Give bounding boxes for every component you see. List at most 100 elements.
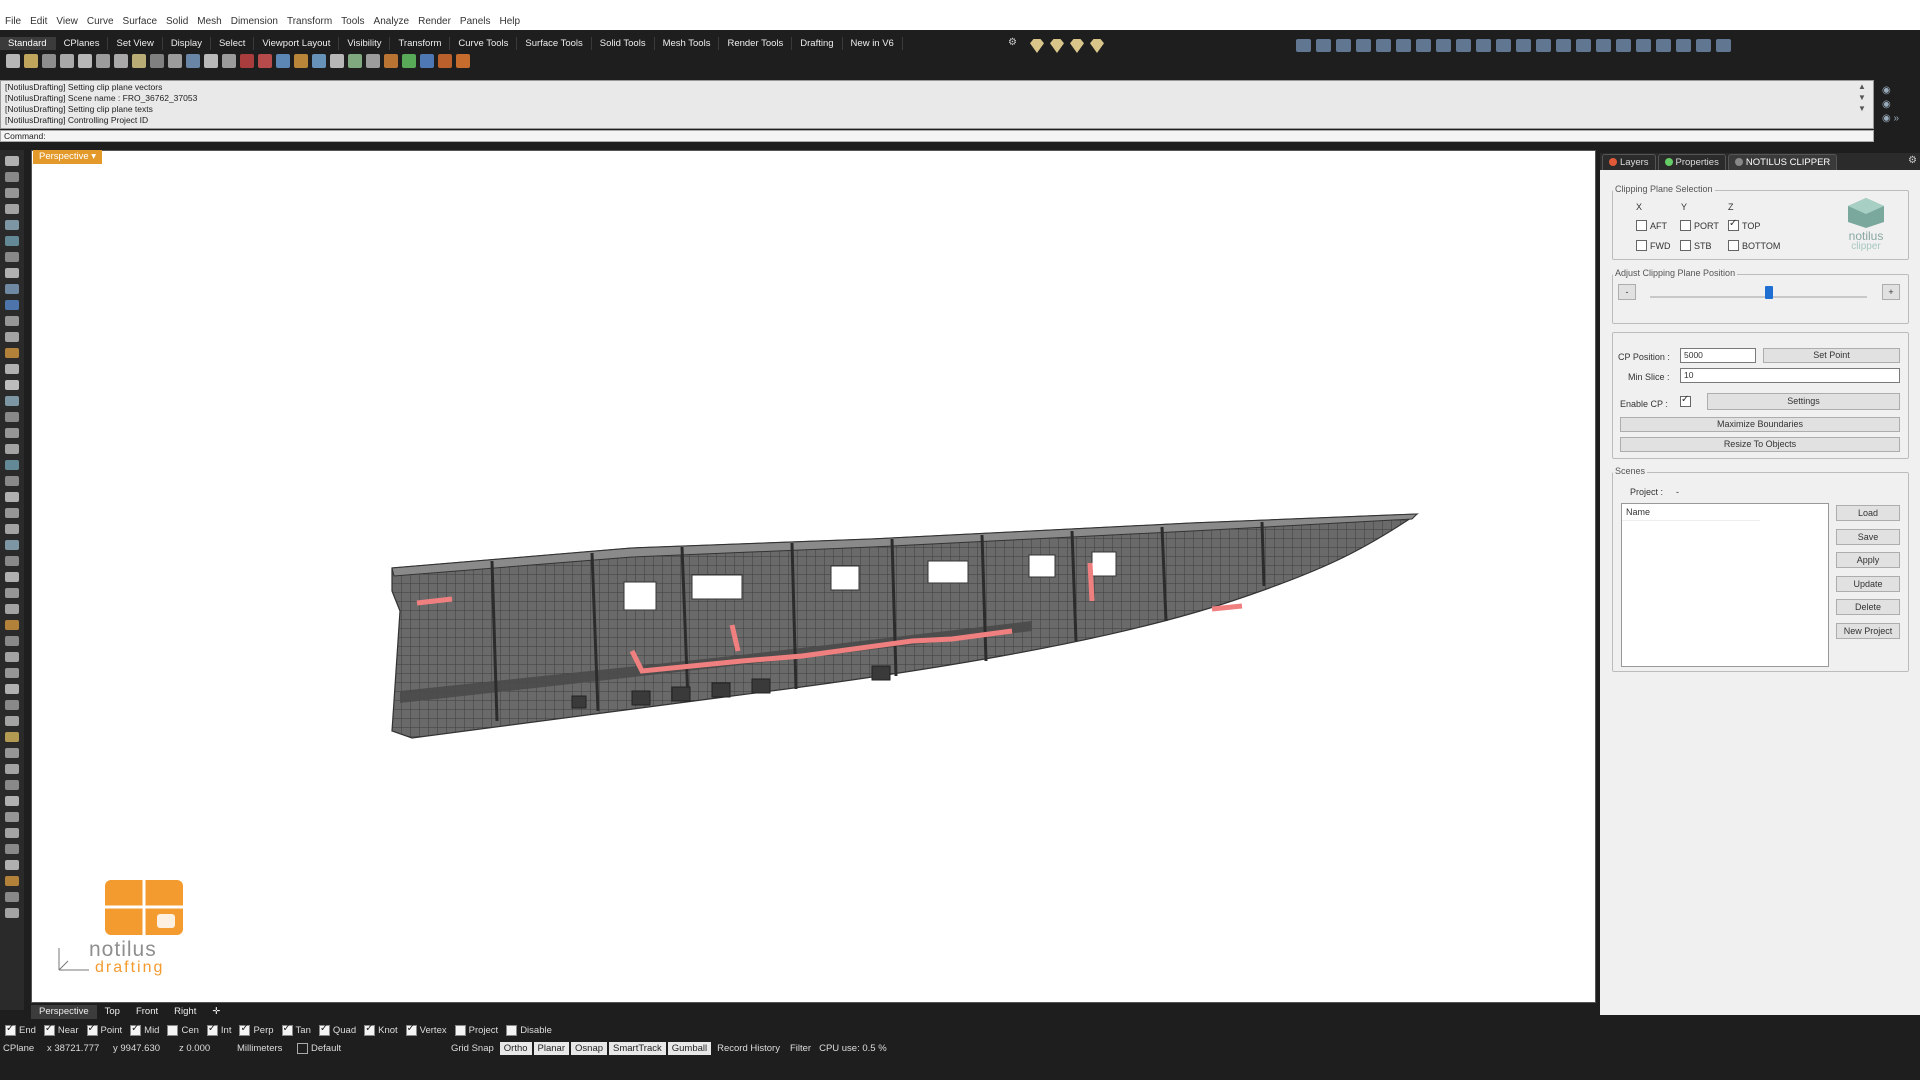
- left-tool-icon[interactable]: [5, 636, 19, 646]
- layer-indicator[interactable]: Default: [297, 1042, 437, 1054]
- clip-option-aft[interactable]: AFT: [1636, 220, 1667, 231]
- left-tool-icon[interactable]: [5, 204, 19, 214]
- checkbox-stb[interactable]: [1680, 240, 1691, 251]
- left-tool-icon[interactable]: [5, 876, 19, 886]
- menu-item-mesh[interactable]: Mesh: [194, 16, 227, 30]
- toolbar-icon[interactable]: [348, 54, 362, 68]
- drafting-tool-icon[interactable]: [1376, 39, 1391, 52]
- menu-item-view[interactable]: View: [53, 16, 84, 30]
- clip-option-stb[interactable]: STB: [1680, 240, 1712, 251]
- diamond-icon[interactable]: [1090, 39, 1104, 53]
- osnap-point[interactable]: Point: [86, 1023, 122, 1036]
- left-tool-icon[interactable]: [5, 588, 19, 598]
- left-tool-icon[interactable]: [5, 764, 19, 774]
- menu-item-tools[interactable]: Tools: [338, 16, 370, 30]
- osnap-perp[interactable]: Perp: [239, 1023, 274, 1036]
- panel-tab-layers[interactable]: Layers: [1602, 153, 1656, 170]
- units-label[interactable]: Millimeters: [237, 1043, 297, 1054]
- scene-button-update[interactable]: Update: [1836, 575, 1900, 592]
- drafting-tool-icon[interactable]: [1696, 39, 1711, 52]
- osnap-knot[interactable]: Knot: [364, 1023, 398, 1036]
- toolbar-icon[interactable]: [438, 54, 452, 68]
- toolbar-tab-render-tools[interactable]: Render Tools: [719, 37, 793, 50]
- osnap-checkbox[interactable]: [43, 1023, 55, 1036]
- clip-option-bottom[interactable]: BOTTOM: [1728, 240, 1780, 251]
- drafting-tool-icon[interactable]: [1396, 39, 1411, 52]
- drafting-tool-icon[interactable]: [1596, 39, 1611, 52]
- status-pane-record-history[interactable]: Record History: [713, 1042, 784, 1055]
- left-tool-icon[interactable]: [5, 620, 19, 630]
- left-tool-icon[interactable]: [5, 156, 19, 166]
- toolbar-tab-cplanes[interactable]: CPlanes: [56, 37, 109, 50]
- toolbar-tab-solid-tools[interactable]: Solid Tools: [592, 37, 655, 50]
- osnap-checkbox[interactable]: [506, 1024, 518, 1036]
- drafting-tool-icon[interactable]: [1416, 39, 1431, 52]
- toolbar-icon[interactable]: [384, 54, 398, 68]
- toolbar-icon[interactable]: [420, 54, 434, 68]
- osnap-checkbox[interactable]: [281, 1023, 293, 1036]
- toolbar-icon[interactable]: [204, 54, 218, 68]
- osnap-checkbox[interactable]: [454, 1024, 466, 1036]
- toolbar-icon[interactable]: [222, 54, 236, 68]
- toolbar-tab-mesh-tools[interactable]: Mesh Tools: [655, 37, 720, 50]
- left-tool-icon[interactable]: [5, 572, 19, 582]
- osnap-checkbox[interactable]: [364, 1023, 376, 1036]
- toolbar-icon[interactable]: [24, 54, 38, 68]
- toolbar-icon[interactable]: [186, 54, 200, 68]
- left-tool-icon[interactable]: [5, 332, 19, 342]
- left-tool-icon[interactable]: [5, 540, 19, 550]
- status-pane-smarttrack[interactable]: SmartTrack: [609, 1041, 666, 1055]
- osnap-end[interactable]: End: [5, 1023, 36, 1036]
- clip-option-port[interactable]: PORT: [1680, 220, 1719, 231]
- drafting-tool-icon[interactable]: [1476, 39, 1491, 52]
- toolbar-icon[interactable]: [78, 54, 92, 68]
- status-pane-osnap[interactable]: Osnap: [571, 1041, 608, 1055]
- toolbar-icon[interactable]: [150, 54, 164, 68]
- osnap-tan[interactable]: Tan: [281, 1023, 311, 1036]
- left-tool-icon[interactable]: [5, 748, 19, 758]
- checkbox-port[interactable]: [1680, 220, 1691, 231]
- osnap-project[interactable]: Project: [454, 1024, 498, 1036]
- left-tool-icon[interactable]: [5, 396, 19, 406]
- plus-button[interactable]: +: [1882, 284, 1900, 300]
- toolbar-icon[interactable]: [330, 54, 344, 68]
- toolbar-icon[interactable]: [42, 54, 56, 68]
- left-tool-icon[interactable]: [5, 492, 19, 502]
- osnap-checkbox[interactable]: [5, 1023, 16, 1036]
- osnap-near[interactable]: Near: [43, 1023, 79, 1036]
- status-pane-gumball[interactable]: Gumball: [667, 1041, 712, 1055]
- drafting-tool-icon[interactable]: [1636, 39, 1651, 52]
- toolbar-icon[interactable]: [456, 54, 470, 68]
- left-tool-icon[interactable]: [5, 428, 19, 438]
- left-tool-icon[interactable]: [5, 268, 19, 278]
- left-tool-icon[interactable]: [5, 364, 19, 374]
- toolbar-icon[interactable]: [294, 54, 308, 68]
- left-tool-icon[interactable]: [5, 412, 19, 422]
- checkbox-bottom[interactable]: [1728, 240, 1739, 251]
- menu-item-file[interactable]: File: [2, 16, 27, 30]
- osnap-vertex[interactable]: Vertex: [405, 1023, 447, 1036]
- minus-button[interactable]: -: [1618, 284, 1636, 300]
- viewport-tab-front[interactable]: Front: [128, 1005, 166, 1019]
- left-tool-icon[interactable]: [5, 828, 19, 838]
- left-tool-icon[interactable]: [5, 460, 19, 470]
- toolbar-tab-display[interactable]: Display: [163, 37, 211, 50]
- osnap-checkbox[interactable]: [130, 1023, 142, 1036]
- status-pane-planar[interactable]: Planar: [533, 1041, 570, 1055]
- toolbar-icon[interactable]: [240, 54, 254, 68]
- left-tool-icon[interactable]: [5, 476, 19, 486]
- min-slice-input[interactable]: 10: [1680, 368, 1900, 383]
- osnap-disable[interactable]: Disable: [506, 1024, 552, 1036]
- settings-button[interactable]: Settings: [1707, 393, 1900, 410]
- drafting-tool-icon[interactable]: [1576, 39, 1591, 52]
- menu-item-panels[interactable]: Panels: [457, 16, 497, 30]
- osnap-checkbox[interactable]: [405, 1023, 417, 1036]
- left-tool-icon[interactable]: [5, 236, 19, 246]
- scene-button-save[interactable]: Save: [1836, 528, 1900, 545]
- toolbar-tab-curve-tools[interactable]: Curve Tools: [450, 37, 518, 50]
- clip-option-fwd[interactable]: FWD: [1636, 240, 1671, 251]
- toolbar-tab-standard[interactable]: Standard: [0, 37, 56, 50]
- left-tool-icon[interactable]: [5, 252, 19, 262]
- cplane-label[interactable]: CPlane: [3, 1043, 47, 1054]
- toolbar-tab-set-view[interactable]: Set View: [108, 37, 163, 50]
